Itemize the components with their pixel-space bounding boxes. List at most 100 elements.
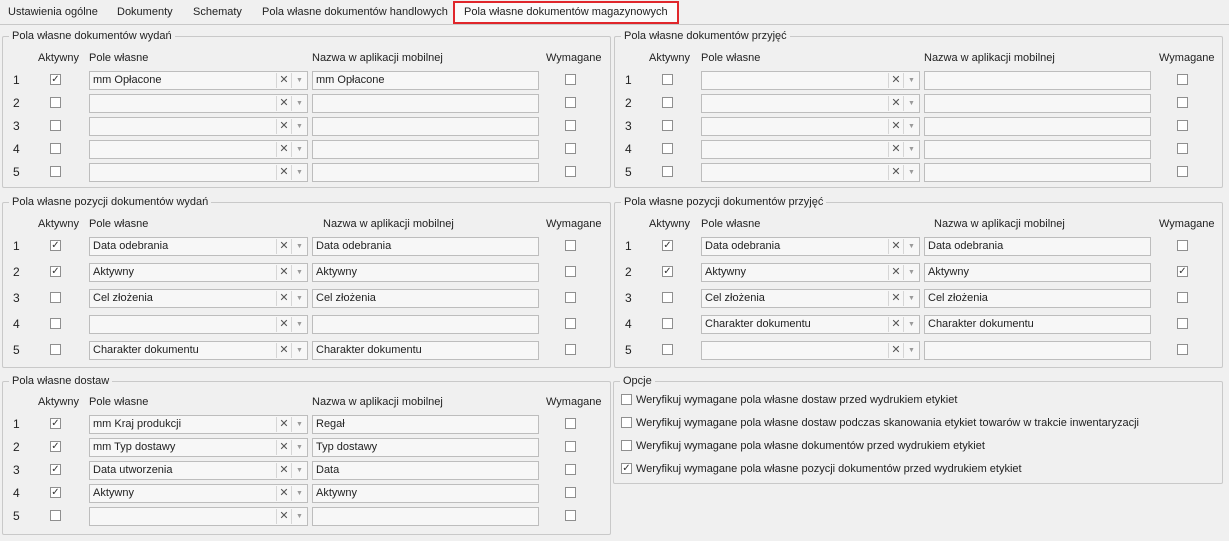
clear-x-icon[interactable]: ✕: [276, 73, 291, 88]
active-checkbox[interactable]: [662, 292, 673, 303]
custom-field-combo[interactable]: ✕ ▼: [89, 117, 308, 136]
chevron-down-icon[interactable]: ▼: [903, 96, 919, 111]
clear-x-icon[interactable]: ✕: [276, 317, 291, 332]
chevron-down-icon[interactable]: ▼: [903, 73, 919, 88]
clear-x-icon[interactable]: ✕: [276, 291, 291, 306]
active-checkbox[interactable]: [662, 318, 673, 329]
chevron-down-icon[interactable]: ▼: [903, 317, 919, 332]
active-checkbox[interactable]: [662, 344, 673, 355]
custom-field-combo[interactable]: Aktywny ✕ ▼: [89, 263, 308, 282]
mobile-name-field[interactable]: Data odebrania: [312, 237, 539, 256]
active-checkbox[interactable]: [50, 97, 61, 108]
custom-field-combo[interactable]: ✕ ▼: [89, 163, 308, 182]
required-checkbox[interactable]: [1177, 318, 1188, 329]
mobile-name-field[interactable]: Charakter dokumentu: [312, 341, 539, 360]
custom-field-combo[interactable]: ✕ ▼: [701, 117, 920, 136]
custom-field-combo[interactable]: Data odebrania ✕ ▼: [89, 237, 308, 256]
required-checkbox[interactable]: [565, 74, 576, 85]
chevron-down-icon[interactable]: ▼: [291, 291, 307, 306]
required-checkbox[interactable]: [1177, 74, 1188, 85]
mobile-name-field[interactable]: [924, 94, 1151, 113]
clear-x-icon[interactable]: ✕: [276, 265, 291, 280]
tab-schemes[interactable]: Schematy: [188, 2, 247, 22]
mobile-name-field[interactable]: Charakter dokumentu: [924, 315, 1151, 334]
clear-x-icon[interactable]: ✕: [888, 317, 903, 332]
active-checkbox[interactable]: [50, 166, 61, 177]
chevron-down-icon[interactable]: ▼: [291, 73, 307, 88]
required-checkbox[interactable]: [565, 120, 576, 131]
required-checkbox[interactable]: [565, 240, 576, 251]
chevron-down-icon[interactable]: ▼: [291, 486, 307, 501]
clear-x-icon[interactable]: ✕: [888, 343, 903, 358]
required-checkbox[interactable]: [565, 266, 576, 277]
custom-field-combo[interactable]: Cel złożenia ✕ ▼: [701, 289, 920, 308]
clear-x-icon[interactable]: ✕: [276, 96, 291, 111]
clear-x-icon[interactable]: ✕: [276, 509, 291, 524]
chevron-down-icon[interactable]: ▼: [291, 96, 307, 111]
active-checkbox[interactable]: ✓: [50, 266, 61, 277]
clear-x-icon[interactable]: ✕: [276, 417, 291, 432]
custom-field-combo[interactable]: Aktywny ✕ ▼: [89, 484, 308, 503]
active-checkbox[interactable]: ✓: [50, 441, 61, 452]
chevron-down-icon[interactable]: ▼: [291, 265, 307, 280]
required-checkbox[interactable]: [1177, 97, 1188, 108]
active-checkbox[interactable]: ✓: [662, 266, 673, 277]
chevron-down-icon[interactable]: ▼: [903, 343, 919, 358]
mobile-name-field[interactable]: Cel złożenia: [924, 289, 1151, 308]
custom-field-combo[interactable]: mm Kraj produkcji ✕ ▼: [89, 415, 308, 434]
active-checkbox[interactable]: [662, 166, 673, 177]
clear-x-icon[interactable]: ✕: [276, 142, 291, 157]
mobile-name-field[interactable]: Regał: [312, 415, 539, 434]
custom-field-combo[interactable]: ✕ ▼: [89, 140, 308, 159]
required-checkbox[interactable]: [565, 318, 576, 329]
active-checkbox[interactable]: ✓: [50, 240, 61, 251]
clear-x-icon[interactable]: ✕: [276, 165, 291, 180]
chevron-down-icon[interactable]: ▼: [291, 343, 307, 358]
clear-x-icon[interactable]: ✕: [888, 119, 903, 134]
tab-custom-fields-trade-docs[interactable]: Pola własne dokumentów handlowych: [257, 2, 453, 22]
active-checkbox[interactable]: [50, 143, 61, 154]
chevron-down-icon[interactable]: ▼: [291, 463, 307, 478]
custom-field-combo[interactable]: Charakter dokumentu ✕ ▼: [89, 341, 308, 360]
clear-x-icon[interactable]: ✕: [276, 343, 291, 358]
required-checkbox[interactable]: [565, 97, 576, 108]
mobile-name-field[interactable]: [312, 163, 539, 182]
required-checkbox[interactable]: [565, 344, 576, 355]
clear-x-icon[interactable]: ✕: [888, 142, 903, 157]
custom-field-combo[interactable]: ✕ ▼: [701, 140, 920, 159]
chevron-down-icon[interactable]: ▼: [903, 142, 919, 157]
active-checkbox[interactable]: ✓: [50, 74, 61, 85]
mobile-name-field[interactable]: Cel złożenia: [312, 289, 539, 308]
active-checkbox[interactable]: [50, 510, 61, 521]
mobile-name-field[interactable]: [312, 140, 539, 159]
chevron-down-icon[interactable]: ▼: [291, 317, 307, 332]
clear-x-icon[interactable]: ✕: [276, 239, 291, 254]
required-checkbox[interactable]: [1177, 143, 1188, 154]
tab-custom-fields-warehouse-docs[interactable]: Pola własne dokumentów magazynowych: [453, 1, 679, 24]
tab-documents[interactable]: Dokumenty: [112, 2, 178, 22]
active-checkbox[interactable]: [50, 292, 61, 303]
custom-field-combo[interactable]: ✕ ▼: [89, 315, 308, 334]
chevron-down-icon[interactable]: ▼: [291, 142, 307, 157]
mobile-name-field[interactable]: [312, 117, 539, 136]
active-checkbox[interactable]: [50, 318, 61, 329]
chevron-down-icon[interactable]: ▼: [903, 265, 919, 280]
mobile-name-field[interactable]: Data odebrania: [924, 237, 1151, 256]
custom-field-combo[interactable]: Aktywny ✕ ▼: [701, 263, 920, 282]
mobile-name-field[interactable]: mm Opłacone: [312, 71, 539, 90]
mobile-name-field[interactable]: Aktywny: [312, 484, 539, 503]
required-checkbox[interactable]: [1177, 240, 1188, 251]
required-checkbox[interactable]: [1177, 292, 1188, 303]
custom-field-combo[interactable]: mm Opłacone ✕ ▼: [89, 71, 308, 90]
required-checkbox[interactable]: [1177, 344, 1188, 355]
clear-x-icon[interactable]: ✕: [888, 291, 903, 306]
mobile-name-field[interactable]: [924, 117, 1151, 136]
mobile-name-field[interactable]: [924, 163, 1151, 182]
clear-x-icon[interactable]: ✕: [276, 463, 291, 478]
active-checkbox[interactable]: ✓: [662, 240, 673, 251]
active-checkbox[interactable]: ✓: [50, 418, 61, 429]
custom-field-combo[interactable]: ✕ ▼: [89, 94, 308, 113]
active-checkbox[interactable]: [50, 344, 61, 355]
clear-x-icon[interactable]: ✕: [276, 486, 291, 501]
mobile-name-field[interactable]: Aktywny: [924, 263, 1151, 282]
